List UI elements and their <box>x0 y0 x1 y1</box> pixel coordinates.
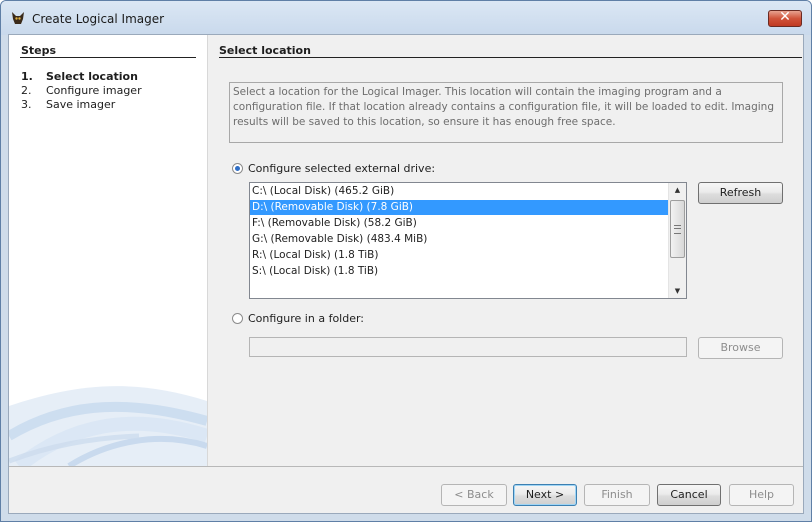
folder-path-field[interactable] <box>249 337 687 357</box>
step-configure-imager: 2. Configure imager <box>21 84 142 97</box>
steps-panel: Steps 1. Select location 2. Configure imag… <box>9 35 208 466</box>
drive-list[interactable]: C:\ (Local Disk) (465.2 GiB) D:\ (Remova… <box>249 182 687 299</box>
help-button[interactable]: Help <box>729 484 794 506</box>
finish-button[interactable]: Finish <box>584 484 650 506</box>
step-save-imager: 3. Save imager <box>21 98 115 111</box>
steps-title: Steps <box>21 44 57 57</box>
drive-item[interactable]: F:\ (Removable Disk) (58.2 GiB) <box>250 216 669 231</box>
step-select-location: 1. Select location <box>21 70 138 83</box>
external-drive-label: Configure selected external drive: <box>248 162 436 175</box>
description-box: Select a location for the Logical Imager… <box>229 82 783 143</box>
folder-radio[interactable] <box>232 313 243 324</box>
footer-divider <box>9 466 803 467</box>
folder-option[interactable]: Configure in a folder: <box>232 312 364 325</box>
next-button[interactable]: Next > <box>513 484 577 506</box>
external-drive-option[interactable]: Configure selected external drive: <box>232 162 435 175</box>
browse-button[interactable]: Browse <box>698 337 783 359</box>
back-button[interactable]: < Back <box>441 484 507 506</box>
step-label: Save imager <box>46 98 116 111</box>
app-logo-icon <box>12 12 24 24</box>
window: Create Logical Imager ✕ Steps 1. Select l… <box>0 0 812 522</box>
step-number: 1. <box>21 70 33 83</box>
cancel-button[interactable]: Cancel <box>657 484 721 506</box>
wizard-client: Steps 1. Select location 2. Configure imag… <box>8 34 804 514</box>
drive-item[interactable]: R:\ (Local Disk) (1.8 TiB) <box>250 248 669 263</box>
step-label: Select location <box>46 70 138 83</box>
drive-item[interactable]: G:\ (Removable Disk) (483.4 MiB) <box>250 232 669 247</box>
drive-item[interactable]: S:\ (Local Disk) (1.8 TiB) <box>250 264 669 279</box>
scroll-up-arrow-icon[interactable]: ▲ <box>669 183 686 197</box>
decorative-swoosh <box>9 386 207 466</box>
drive-list-scrollbar[interactable]: ▲ ▼ <box>668 183 686 298</box>
scrollbar-grip-icon <box>674 225 681 234</box>
steps-divider <box>20 57 196 58</box>
drive-item-selected[interactable]: D:\ (Removable Disk) (7.8 GiB) <box>250 200 669 215</box>
page-title-divider <box>219 57 802 58</box>
title-bar[interactable]: Create Logical Imager ✕ <box>1 1 811 35</box>
refresh-button[interactable]: Refresh <box>698 182 783 204</box>
close-icon: ✕ <box>779 9 791 25</box>
folder-option-label: Configure in a folder: <box>248 312 365 325</box>
scrollbar-thumb[interactable] <box>670 200 685 258</box>
step-number: 2. <box>21 84 32 97</box>
step-label: Configure imager <box>46 84 142 97</box>
page-title: Select location <box>219 44 311 57</box>
content-panel: Select location Select a location for th… <box>208 35 803 466</box>
step-number: 3. <box>21 98 32 111</box>
drive-item[interactable]: C:\ (Local Disk) (465.2 GiB) <box>250 184 669 199</box>
close-button[interactable]: ✕ <box>768 9 802 27</box>
external-drive-radio[interactable] <box>232 163 243 174</box>
scroll-down-arrow-icon[interactable]: ▼ <box>669 284 686 298</box>
window-title: Create Logical Imager <box>32 12 165 26</box>
